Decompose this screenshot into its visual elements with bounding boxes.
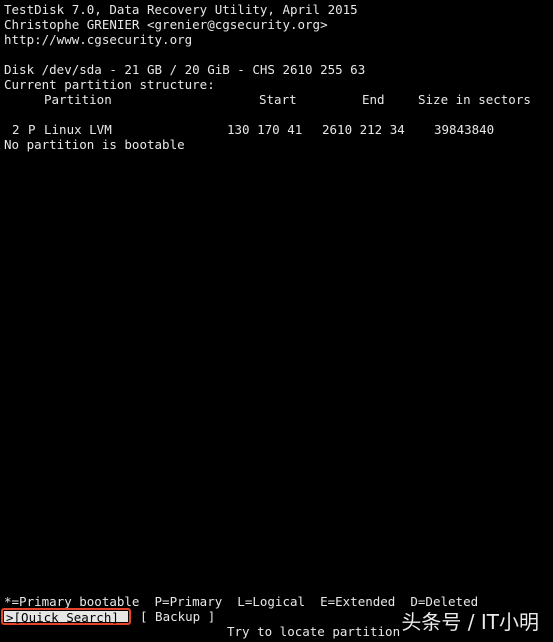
menu-hint: Try to locate partition	[227, 624, 401, 639]
partition-filesystem: Linux LVM	[44, 122, 112, 137]
partition-number: 2	[12, 122, 20, 137]
author-line: Christophe GRENIER <grenier@cgsecurity.o…	[4, 17, 328, 32]
watermark: 头条号 / IT小明	[401, 610, 539, 634]
partition-size: 39843840	[434, 122, 495, 137]
website-link: http://www.cgsecurity.org	[4, 32, 193, 47]
app-title: TestDisk 7.0, Data Recovery Utility, Apr…	[4, 2, 358, 17]
column-header-start: Start	[259, 92, 297, 107]
column-header-partition: Partition	[44, 92, 112, 107]
partition-end: 2610 212 34	[322, 122, 405, 137]
quick-search-button[interactable]: >[Quick Search]	[1, 608, 131, 625]
partition-structure-label: Current partition structure:	[4, 77, 215, 92]
column-header-end: End	[362, 92, 385, 107]
partition-type: P	[28, 122, 36, 137]
backup-button[interactable]: [ Backup ]	[140, 609, 215, 624]
column-header-size: Size in sectors	[418, 92, 531, 107]
bootable-status: No partition is bootable	[4, 137, 185, 152]
quick-search-label: >[Quick Search]	[4, 611, 128, 624]
disk-info: Disk /dev/sda - 21 GB / 20 GiB - CHS 261…	[4, 62, 366, 77]
partition-start: 130 170 41	[227, 122, 303, 137]
